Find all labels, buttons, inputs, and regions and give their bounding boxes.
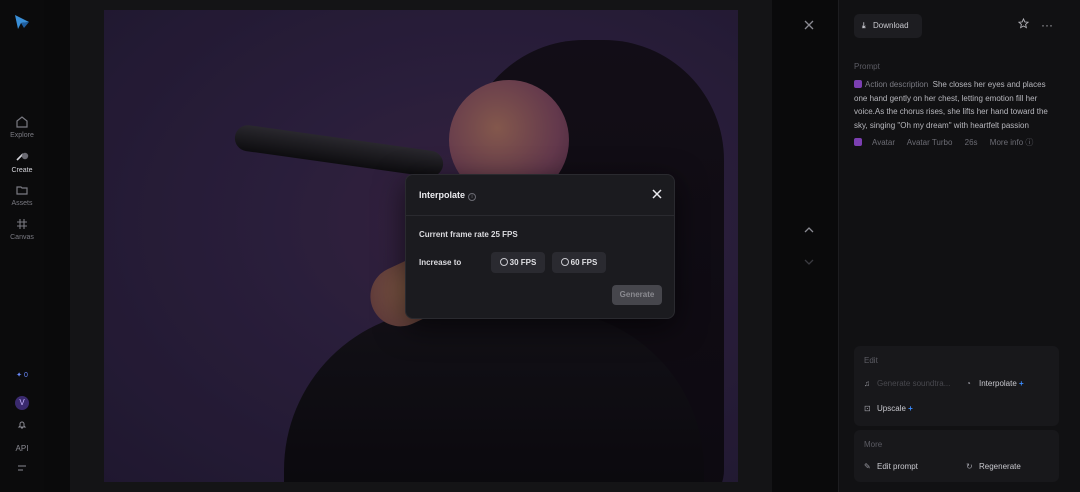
regenerate-button[interactable]: ↻ Regenerate xyxy=(966,462,1021,471)
left-sidebar: Explore Create Assets Canvas ✦ 0 V API xyxy=(0,0,44,492)
interpolate-icon: ◔ xyxy=(966,379,971,388)
option-60-fps[interactable]: 60 FPS xyxy=(552,252,606,273)
edit-card: Edit ♫ Generate soundtra... ◔ Interpolate … xyxy=(854,346,1059,426)
previous-button[interactable] xyxy=(800,220,818,238)
generate-button[interactable]: Generate xyxy=(612,285,662,305)
current-frame-rate-value: 25 FPS xyxy=(491,230,518,239)
refresh-icon: ↻ xyxy=(966,462,973,471)
sidebar-item-label: Explore xyxy=(10,132,34,139)
radio-icon xyxy=(560,258,569,266)
more-options-button[interactable]: ··· xyxy=(1038,16,1056,34)
upscale-label: Upscale xyxy=(877,404,906,413)
divider xyxy=(406,215,674,216)
download-icon: ⤓ xyxy=(862,21,866,30)
prompt-heading: Prompt xyxy=(854,62,880,71)
more-card-title: More xyxy=(864,440,883,449)
plus-icon: + xyxy=(1019,379,1024,388)
dialog-title: Interpolate i xyxy=(419,190,477,201)
user-avatar[interactable]: V xyxy=(0,396,44,410)
prompt-text-block: Action description She closes her eyes a… xyxy=(854,78,1060,132)
action-tag-icon xyxy=(854,80,862,88)
option-30-fps[interactable]: 30 FPS xyxy=(491,252,545,273)
sidebar-item-label: Canvas xyxy=(10,234,34,241)
sidebar-item-create[interactable]: Create xyxy=(0,150,44,174)
favorite-button[interactable] xyxy=(1014,16,1032,34)
sidebar-item-assets[interactable]: Assets xyxy=(0,183,44,207)
credits-badge[interactable]: ✦ 0 xyxy=(0,371,44,379)
close-viewer-button[interactable] xyxy=(800,17,818,35)
notifications-button[interactable] xyxy=(0,420,44,432)
sidebar-item-explore[interactable]: Explore xyxy=(0,115,44,139)
info-icon[interactable]: i xyxy=(468,193,477,201)
radio-icon xyxy=(499,258,508,266)
meta-avatar: Avatar xyxy=(872,138,895,147)
home-icon xyxy=(16,116,28,128)
edit-prompt-label: Edit prompt xyxy=(877,462,918,471)
interpolate-dialog: Interpolate i Current frame rate 25 FPS I… xyxy=(405,174,675,319)
dialog-title-text: Interpolate xyxy=(419,190,466,200)
sidebar-item-label: Create xyxy=(11,167,33,174)
api-link[interactable]: API xyxy=(0,444,44,453)
chevron-down-icon xyxy=(804,259,814,265)
avatar-tag-icon xyxy=(854,138,862,146)
app-logo[interactable] xyxy=(12,12,32,32)
next-button[interactable] xyxy=(800,252,818,270)
generate-soundtrack-label: Generate soundtra... xyxy=(877,379,951,388)
action-tag: Action description xyxy=(865,80,929,89)
bell-icon xyxy=(17,421,27,429)
chevron-up-icon xyxy=(804,227,814,233)
folder-icon xyxy=(16,186,28,195)
star-icon xyxy=(1017,17,1029,29)
upscale-button[interactable]: ⊡ Upscale + xyxy=(864,404,913,413)
sidebar-item-label: Assets xyxy=(11,200,33,207)
hash-icon xyxy=(17,219,27,229)
menu-icon xyxy=(18,465,26,471)
interpolate-label: Interpolate xyxy=(979,379,1017,388)
edit-icon: ✎ xyxy=(864,462,871,471)
close-icon xyxy=(804,20,814,30)
avatar: V xyxy=(15,396,29,410)
close-icon xyxy=(652,189,662,199)
music-icon: ♫ xyxy=(864,379,870,388)
plus-icon: + xyxy=(908,404,913,413)
increase-to-label: Increase to xyxy=(419,258,462,267)
details-panel: ⤓ Download ··· Prompt Action description … xyxy=(838,0,1080,492)
dialog-close-button[interactable] xyxy=(649,187,665,203)
meta-duration: 26s xyxy=(964,138,978,147)
meta-model: Avatar Turbo xyxy=(906,138,953,147)
interpolate-button[interactable]: ◔ Interpolate + xyxy=(966,379,1024,388)
app-root: Explore Create Assets Canvas ✦ 0 V API ⤓… xyxy=(0,0,1080,492)
generate-soundtrack-button[interactable]: ♫ Generate soundtra... xyxy=(864,379,950,388)
ellipsis-icon: ··· xyxy=(1041,18,1053,32)
upscale-icon: ⊡ xyxy=(864,404,871,413)
sidebar-item-canvas[interactable]: Canvas xyxy=(0,217,44,241)
option-30-label: 30 FPS xyxy=(509,258,537,267)
meta-row: Avatar Avatar Turbo 26s More info ⓘ xyxy=(854,137,1043,148)
menu-button[interactable] xyxy=(0,464,44,474)
edit-card-title: Edit xyxy=(864,356,878,365)
download-button[interactable]: ⤓ Download xyxy=(854,14,922,38)
option-60-label: 60 FPS xyxy=(570,258,598,267)
more-info-link[interactable]: More info ⓘ xyxy=(990,138,1034,147)
wand-icon xyxy=(16,152,29,161)
regenerate-label: Regenerate xyxy=(979,462,1021,471)
current-frame-rate-label: Current frame rate xyxy=(419,230,489,239)
more-card: More ✎ Edit prompt ↻ Regenerate xyxy=(854,430,1059,482)
edit-prompt-button[interactable]: ✎ Edit prompt xyxy=(864,462,918,471)
download-label: Download xyxy=(873,21,909,30)
